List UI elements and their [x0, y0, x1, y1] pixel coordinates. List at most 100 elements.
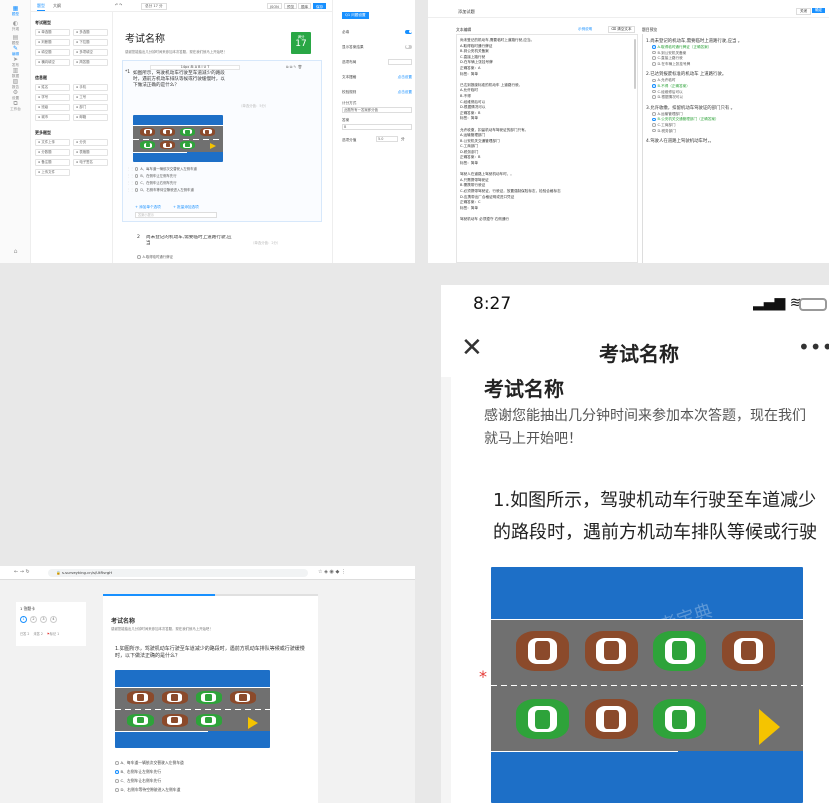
splitter[interactable]: [642, 34, 643, 263]
option-row[interactable]: B、右侧车让左侧车先行: [115, 767, 310, 776]
question-type-chip[interactable]: 简答题: [73, 59, 108, 66]
radio-icon[interactable]: [115, 788, 119, 792]
option-label: D.根据情况可以: [657, 95, 683, 100]
radio-icon[interactable]: [115, 770, 119, 774]
question-2-option[interactable]: A.取得临时通行牌证: [137, 254, 173, 259]
drag-handle-icon[interactable]: ⋮⋮: [127, 181, 135, 185]
confirm-button[interactable]: 确定: [812, 8, 826, 13]
drag-handle-icon[interactable]: ⋮⋮: [127, 174, 135, 178]
option-label[interactable]: B、在侧车让左侧车先行: [140, 174, 176, 178]
signal-wifi-icon: ▂▄▆ ≋: [753, 295, 802, 311]
question-type-chip[interactable]: 分页: [73, 139, 108, 146]
car-icon: [127, 691, 154, 705]
car-icon: [140, 141, 156, 150]
road-edge: [133, 151, 187, 153]
editor-toolbar: 题型 大纲 ↶ ↷ 总分 17 分 JSON 预览 题库 保存: [31, 0, 332, 12]
add-option-link[interactable]: + 添加单个选项: [135, 205, 161, 210]
question-type-chip[interactable]: 填空题: [35, 49, 70, 56]
radio-icon[interactable]: [115, 761, 119, 765]
drag-handle-icon[interactable]: ⋮⋮: [127, 188, 135, 192]
tab-outline[interactable]: 大纲: [53, 3, 61, 9]
form-description: 感谢您能抽出几分钟时间来参加本次答题，现在我们就马上开始吧！: [111, 627, 213, 631]
question-type-chip[interactable]: 学号: [35, 94, 70, 101]
setting-link[interactable]: 点击设置: [398, 90, 412, 95]
question-type-chip[interactable]: 文件上传: [35, 139, 70, 146]
question-type-chip[interactable]: 姓名: [35, 84, 70, 91]
text-editor-label: 文本编辑: [456, 27, 472, 32]
preview-button[interactable]: 预览: [284, 3, 298, 9]
calc-method-select[interactable]: 此题所有一答案即分值: [342, 107, 412, 113]
extensions-icon[interactable]: ☆ ◈ ◉ ◆ ⋮: [318, 569, 346, 575]
question-1-block[interactable]: *1 14px ⁂ A B I U T ⧉ ⧉ ✎ 🗑 如图所示，驾驶机动车行驶…: [122, 60, 322, 222]
page-bubble[interactable]: 1: [20, 616, 27, 623]
form-title[interactable]: 考试名称: [125, 30, 165, 45]
option-row[interactable]: C、左侧车让右侧车先行: [115, 776, 310, 785]
close-icon[interactable]: ✕: [461, 333, 483, 363]
question-type-chip[interactable]: 横向填空: [35, 59, 70, 66]
question-type-chip[interactable]: 邮箱: [73, 114, 108, 121]
setting-input[interactable]: [388, 59, 412, 65]
question-type-chip[interactable]: 手机: [73, 84, 108, 91]
question-tools-icon[interactable]: ⧉ ⧉ ✎ 🗑: [286, 65, 302, 69]
close-button[interactable]: 关闭: [796, 8, 812, 15]
question-type-chip[interactable]: 电子签名: [73, 159, 108, 166]
question-type-chip[interactable]: 下拉题: [73, 39, 108, 46]
question-type-chip[interactable]: 表格题: [73, 149, 108, 156]
question-type-chip[interactable]: 部门: [73, 104, 108, 111]
question-type-chip[interactable]: 备注题: [35, 159, 70, 166]
question-type-chip[interactable]: 多项填空: [73, 49, 108, 56]
setting-link[interactable]: 点击设置: [398, 75, 412, 80]
example-link[interactable]: 示例说明: [578, 27, 592, 32]
option-row[interactable]: ⋮⋮ C、在侧车让右侧车先行: [127, 180, 317, 187]
toggle-switch[interactable]: [405, 29, 412, 34]
option-label[interactable]: D、右侧车等待空隙驶进入左侧车道: [140, 188, 193, 192]
batch-add-option-link[interactable]: + 批量添加选项: [173, 205, 199, 210]
tab-types[interactable]: 题型: [37, 3, 45, 11]
question-type-chip[interactable]: 分数题: [35, 149, 70, 156]
more-icon[interactable]: •••: [798, 335, 829, 359]
page-bubble[interactable]: 4: [50, 616, 57, 623]
scrollbar[interactable]: [634, 39, 636, 89]
toggle-switch[interactable]: [405, 44, 412, 49]
json-button[interactable]: JSON: [267, 3, 282, 9]
rail-item-6[interactable]: ⧉ 工作台: [2, 100, 29, 112]
answer-hint-input[interactable]: 答案小提示: [135, 212, 217, 218]
undo-icon[interactable]: ↶ ↷: [115, 3, 122, 7]
option-row[interactable]: A、每车道一辆依次交替驶入左侧车道: [115, 758, 310, 767]
question-bank-button[interactable]: 题库: [298, 3, 312, 9]
question-type-chip[interactable]: 上传文件: [35, 169, 70, 176]
answer-select[interactable]: B: [342, 124, 412, 130]
question-type-chip[interactable]: 班级: [35, 104, 70, 111]
form-description[interactable]: 感谢您能抽出几分钟时间来参加本次答题，现在我们就马上开始吧！: [125, 49, 275, 54]
question-type-chip[interactable]: 工号: [73, 94, 108, 101]
question-2-text[interactable]: 尚未登记的机动车,需要临时上道路行驶,应当: [146, 235, 236, 247]
question-1-text[interactable]: 如图所示，驾驶机动车行驶至车道减少的路段时，遇前方机动车排队等候或行驶缓慢时，以…: [133, 71, 229, 88]
option-row[interactable]: ⋮⋮ B、在侧车让左侧车先行: [127, 173, 317, 180]
batch-text-editor[interactable]: 尚未登记的机动车,需要临时上道路行驶,应当。 A.取得临时通行牌证 B.到公安机关备…: [456, 34, 638, 263]
rail-item-home[interactable]: ⌂: [2, 248, 29, 255]
rich-text-toolbar[interactable]: 14px ⁂ A B I U T: [150, 65, 240, 70]
save-button[interactable]: 保存: [313, 3, 327, 9]
option-label[interactable]: C、在侧车让右侧车先行: [140, 181, 176, 185]
nav-arrows-icon[interactable]: ← → ↻: [14, 569, 30, 575]
option-score-input[interactable]: 5.0: [376, 136, 398, 142]
radio-icon[interactable]: [115, 779, 119, 783]
rail-item-types[interactable]: ▦ 题型: [2, 5, 29, 17]
clear-text-button[interactable]: ⌫ 清空文本: [608, 26, 635, 33]
option-row[interactable]: D、右侧车等待空隙驶进入左侧车道: [115, 785, 310, 794]
setting-row: 校验规则 点击设置: [342, 90, 412, 95]
question-type-chip[interactable]: 多选题: [73, 29, 108, 36]
rail-item-appearance[interactable]: ◐ 外观: [2, 20, 29, 32]
question-type-chip[interactable]: 城市: [35, 114, 70, 121]
car-icon: [584, 699, 638, 740]
question-type-chip[interactable]: 单选题: [35, 29, 70, 36]
page-bubble[interactable]: 3: [40, 616, 47, 623]
option-label[interactable]: A、每车道一辆依次交替驶入左侧车道: [140, 167, 197, 171]
option-row[interactable]: ⋮⋮ A、每车道一辆依次交替驶入左侧车道: [127, 166, 317, 173]
car-icon: [653, 630, 707, 671]
question-type-chip[interactable]: 判断题: [35, 39, 70, 46]
address-bar[interactable]: 🔒 s.surveyking.cn/s/UtRvrgH: [48, 569, 308, 577]
page-bubble[interactable]: 2: [30, 616, 37, 623]
option-row[interactable]: ⋮⋮ D、右侧车等待空隙驶进入左侧车道: [127, 187, 317, 194]
drag-handle-icon[interactable]: ⋮⋮: [127, 167, 135, 171]
